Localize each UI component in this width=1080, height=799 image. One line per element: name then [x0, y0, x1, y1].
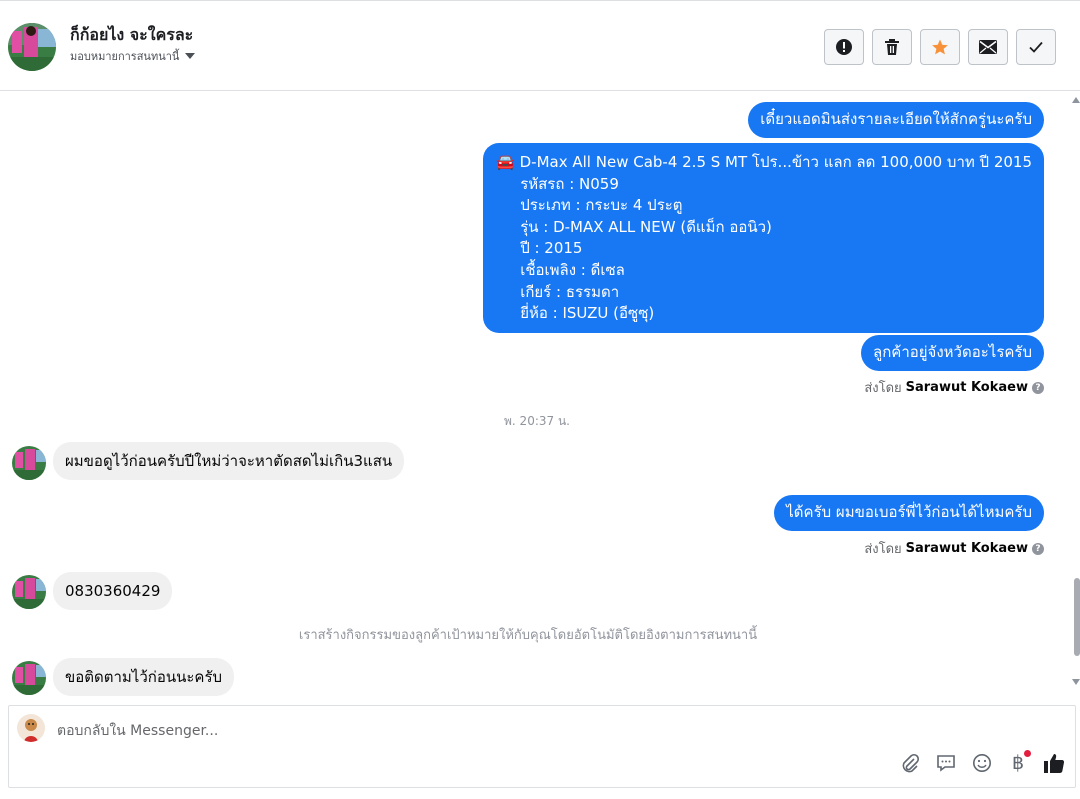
reply-input[interactable]: ตอบกลับใน Messenger... — [57, 720, 218, 742]
check-icon — [1029, 41, 1043, 53]
header-actions — [824, 29, 1056, 65]
like-button[interactable] — [1043, 752, 1065, 774]
outgoing-message[interactable]: เดี๋ยวแอดมินส่งรายละเอียดให้สักครู่นะครั… — [748, 102, 1044, 138]
incoming-message[interactable]: ผมขอดูไว้ก่อนครับปีใหม่ว่าจะหาตัดสดไม่เก… — [53, 442, 405, 480]
mark-spam-button[interactable] — [824, 29, 864, 65]
contact-avatar[interactable] — [8, 23, 56, 71]
mark-unread-button[interactable] — [968, 29, 1008, 65]
help-icon[interactable]: ? — [1032, 542, 1044, 555]
scroll-down-arrow-icon[interactable] — [1072, 679, 1080, 685]
outgoing-message[interactable]: ได้ครับ ผมขอเบอร์พี่ไว้ก่อนได้ไหมครับ — [774, 495, 1044, 531]
sent-by-info: ส่งโดย Sarawut Kokaew ? — [864, 538, 1044, 559]
attach-button[interactable] — [899, 752, 921, 774]
saved-replies-icon — [937, 755, 955, 772]
assign-label: มอบหมายการสนทนานี้ — [70, 50, 180, 63]
assign-conversation-dropdown[interactable]: มอบหมายการสนทนานี้ — [70, 47, 196, 65]
star-button[interactable] — [920, 29, 960, 65]
caret-down-icon — [185, 53, 196, 59]
composer-tools: ฿ — [899, 750, 1065, 774]
contact-avatar-small[interactable] — [12, 661, 46, 695]
car-title: 🚘 D-Max All New Cab-4 2.5 S MT โปร...ข้า… — [496, 153, 1032, 171]
sent-by-label: ส่งโดย — [864, 542, 902, 557]
emoji-icon — [973, 754, 991, 772]
spam-icon — [836, 39, 852, 55]
scroll-up-arrow-icon[interactable] — [1072, 97, 1080, 103]
conversation-header: ก็ก้อยไง จะใครละ มอบหมายการสนทนานี้ — [0, 0, 1080, 91]
saved-replies-button[interactable] — [935, 752, 957, 774]
contact-avatar-small[interactable] — [12, 446, 46, 480]
message-thread[interactable]: เดี๋ยวแอดมินส่งรายละเอียดให้สักครู่นะครั… — [0, 92, 1074, 699]
incoming-message[interactable]: ขอติดตามไว้ก่อนนะครับ — [53, 658, 235, 696]
car-detail-line: เชื้อเพลิง : ดีเซล — [520, 260, 625, 279]
star-icon — [932, 39, 948, 55]
contact-avatar-small[interactable] — [12, 575, 46, 609]
help-icon[interactable]: ? — [1032, 381, 1044, 394]
envelope-icon — [979, 40, 997, 54]
mark-done-button[interactable] — [1016, 29, 1056, 65]
car-detail-line: รุ่น : D-MAX ALL NEW (ดีแม็ก ออนิว) — [520, 217, 772, 236]
payment-button[interactable]: ฿ — [1007, 750, 1031, 774]
car-detail-line: รหัสรถ : N059 — [520, 174, 619, 193]
car-details-message[interactable]: 🚘 D-Max All New Cab-4 2.5 S MT โปร...ข้า… — [483, 143, 1044, 333]
notification-dot — [1024, 750, 1031, 757]
reply-composer[interactable]: ตอบกลับใน Messenger... ฿ — [8, 705, 1076, 788]
sender-name: Sarawut Kokaew — [905, 541, 1028, 556]
car-detail-line: เกียร์ : ธรรมดา — [520, 282, 620, 301]
sent-by-label: ส่งโดย — [864, 381, 902, 396]
incoming-message[interactable]: 0830360429 — [53, 572, 173, 610]
sender-name: Sarawut Kokaew — [905, 380, 1028, 395]
contact-name: ก็ก้อยไง จะใครละ — [70, 25, 194, 44]
system-note: เราสร้างกิจกรรมของลูกค้าเป้าหมายให้กับคุ… — [298, 628, 758, 643]
page-avatar — [17, 714, 45, 742]
sent-by-info: ส่งโดย Sarawut Kokaew ? — [864, 377, 1044, 398]
like-icon — [1044, 754, 1065, 773]
trash-icon — [885, 39, 899, 55]
outgoing-message[interactable]: ลูกค้าอยู่จังหวัดอะไรครับ — [861, 335, 1044, 371]
payment-icon: ฿ — [1011, 752, 1025, 774]
car-detail-line: ยี่ห้อ : ISUZU (อีซูซุ) — [520, 304, 655, 323]
emoji-button[interactable] — [971, 752, 993, 774]
car-detail-line: ประเภท : กระบะ 4 ประตู — [520, 196, 683, 215]
scrollbar-thumb[interactable] — [1074, 578, 1080, 656]
delete-button[interactable] — [872, 29, 912, 65]
attachment-icon — [902, 753, 920, 773]
car-detail-line: ปี : 2015 — [520, 239, 583, 258]
timestamp: พ. 20:37 น. — [504, 414, 570, 428]
